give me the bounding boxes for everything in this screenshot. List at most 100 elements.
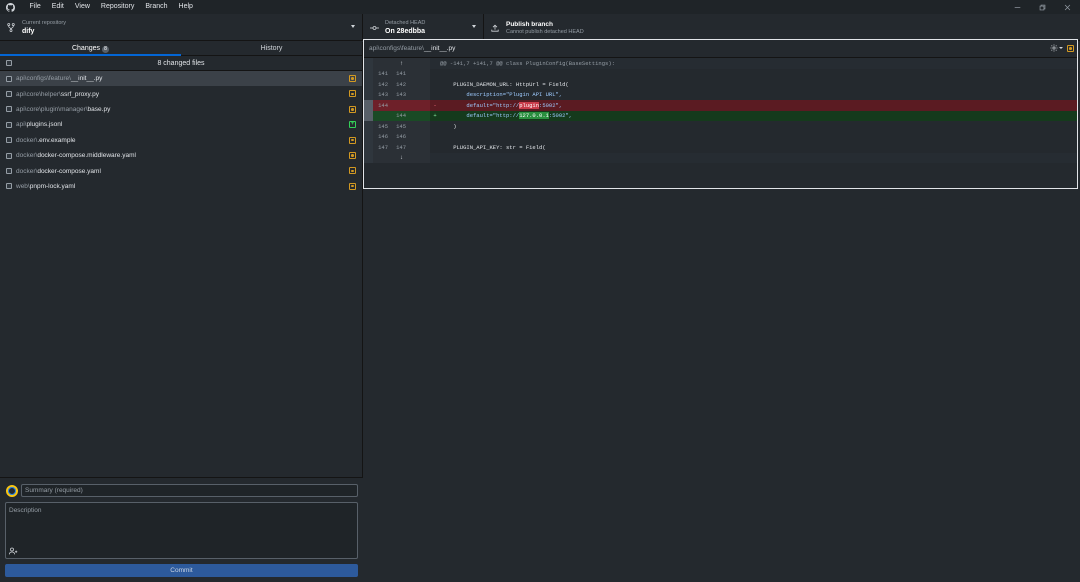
gutter-bar[interactable] (364, 152, 373, 163)
code-text: description="Plugin API URL", (440, 91, 563, 99)
old-line-number: 144 (378, 101, 388, 109)
summary-input[interactable] (21, 484, 358, 497)
minimize-button[interactable] (1005, 0, 1030, 14)
file-dir: api\core\helper\ (16, 90, 61, 98)
file-dir: docker\ (16, 136, 38, 144)
code-text: default="http:// (440, 112, 520, 120)
file-dir: api\configs\feature\ (16, 75, 71, 83)
file-name: plugins.jsonl (26, 121, 63, 129)
diff-options-button[interactable] (1050, 44, 1063, 52)
diff-file-name: __init__.py (423, 45, 456, 52)
old-line-number: 146 (378, 133, 388, 141)
tab-changes[interactable]: Changes 8 (0, 42, 181, 56)
file-row[interactable]: api\configs\feature\__init__.py (0, 71, 362, 87)
diff-empty-area (363, 189, 1080, 582)
file-row[interactable]: docker\.env.example (0, 133, 362, 148)
old-line-number: 143 (378, 91, 388, 99)
sidebar-tabs: Changes 8 History (0, 42, 362, 56)
hunk-header-row: ↑ @@ -141,7 +141,7 @@ class PluginConfig… (364, 58, 1077, 69)
diff-marker: - (433, 101, 437, 109)
restore-icon (1039, 4, 1046, 10)
diff-line: 146 146 (364, 131, 1077, 142)
added-status-icon (349, 121, 356, 129)
modified-status-icon (349, 75, 356, 82)
menu-help[interactable]: Help (173, 0, 198, 14)
chevron-down-icon (351, 25, 355, 28)
file-checkbox[interactable] (6, 152, 12, 159)
file-dir: docker\ (16, 167, 38, 175)
file-checkbox[interactable] (6, 106, 12, 113)
current-repository-button[interactable]: Current repository dify (0, 14, 363, 41)
old-line-number: 141 (378, 70, 388, 78)
code-text: default="http:// (440, 101, 520, 109)
publish-label: Publish branch (506, 20, 553, 28)
menu-view[interactable]: View (69, 0, 95, 14)
gutter-bar[interactable] (364, 110, 373, 121)
diff-header: api\configs\feature\ __init__.py (364, 40, 1077, 58)
gutter-bar[interactable] (364, 79, 373, 90)
new-line-number: 147 (396, 143, 406, 151)
git-commit-icon (369, 23, 379, 33)
file-checkbox[interactable] (6, 91, 12, 98)
diff-line: 145 145 ) (364, 121, 1077, 132)
new-line-number: 141 (396, 70, 406, 78)
gutter-bar[interactable] (364, 100, 373, 111)
changes-count-badge: 8 (102, 45, 110, 53)
avatar (6, 485, 18, 497)
gutter-bar[interactable] (364, 142, 373, 153)
file-checkbox[interactable] (6, 137, 12, 144)
commit-button[interactable]: Commit (5, 564, 358, 577)
chevron-down-icon (472, 25, 476, 28)
menu-edit[interactable]: Edit (46, 0, 69, 14)
deleted-highlight: plugin (519, 101, 540, 109)
diff-marker: + (433, 112, 437, 120)
file-checkbox[interactable] (6, 183, 12, 190)
tab-history[interactable]: History (181, 42, 362, 55)
code-text: ) (440, 122, 457, 130)
file-row[interactable]: docker\docker-compose.yaml (0, 163, 362, 178)
file-dir: web\ (16, 182, 30, 190)
expand-down-icon[interactable]: ↓ (373, 154, 430, 161)
file-checkbox[interactable] (6, 75, 12, 82)
file-name: base.py (87, 105, 111, 113)
file-row[interactable]: docker\docker-compose.middleware.yaml (0, 148, 362, 163)
old-line-number: 147 (378, 143, 388, 151)
menu-file[interactable]: File (24, 0, 46, 14)
repo-label: Current repository (22, 19, 67, 26)
publish-branch-button[interactable]: Publish branch Cannot publish detached H… (484, 14, 624, 41)
file-name: __init__.py (70, 75, 103, 83)
gutter-bar[interactable] (364, 58, 373, 69)
modified-status-icon (349, 136, 356, 144)
file-row[interactable]: api\core\helper\ssrf_proxy.py (0, 86, 362, 101)
gutter-bar[interactable] (364, 121, 373, 132)
description-box (5, 502, 358, 559)
menu-branch[interactable]: Branch (140, 0, 173, 14)
expand-down-row: ↓ (364, 152, 1077, 163)
file-name: docker-compose.middleware.yaml (37, 152, 136, 160)
gutter-bar[interactable] (364, 89, 373, 100)
diff-body: ↑ @@ -141,7 +141,7 @@ class PluginConfig… (364, 58, 1077, 163)
file-dir: api\core\plugin\manager\ (16, 105, 88, 113)
gutter-bar[interactable] (364, 68, 373, 79)
gutter-bar[interactable] (364, 131, 373, 142)
new-line-number: 143 (396, 91, 406, 99)
minimize-icon (1014, 6, 1021, 8)
code-text: :5002", (548, 112, 573, 120)
file-row[interactable]: api\plugins.jsonl (0, 117, 362, 132)
github-logo-icon (3, 0, 17, 14)
expand-up-icon[interactable]: ↑ (373, 60, 430, 67)
restore-button[interactable] (1030, 0, 1055, 14)
file-row[interactable]: api\core\plugin\manager\base.py (0, 102, 362, 117)
menu-repository[interactable]: Repository (95, 0, 139, 14)
file-name: pnpm-lock.yaml (29, 182, 76, 190)
file-checkbox[interactable] (6, 121, 12, 128)
close-window-button[interactable] (1055, 0, 1080, 14)
file-checkbox[interactable] (6, 168, 12, 175)
commit-area: Commit (0, 477, 363, 582)
diff-line: 147 147 PLUGIN_API_KEY: str = Field( (364, 142, 1077, 153)
modified-status-icon (349, 167, 356, 175)
file-row[interactable]: web\pnpm-lock.yaml (0, 179, 362, 194)
description-input[interactable] (6, 503, 357, 543)
current-branch-button[interactable]: Detached HEAD On 28edbba (363, 14, 484, 41)
add-coauthor-icon[interactable] (9, 547, 18, 555)
